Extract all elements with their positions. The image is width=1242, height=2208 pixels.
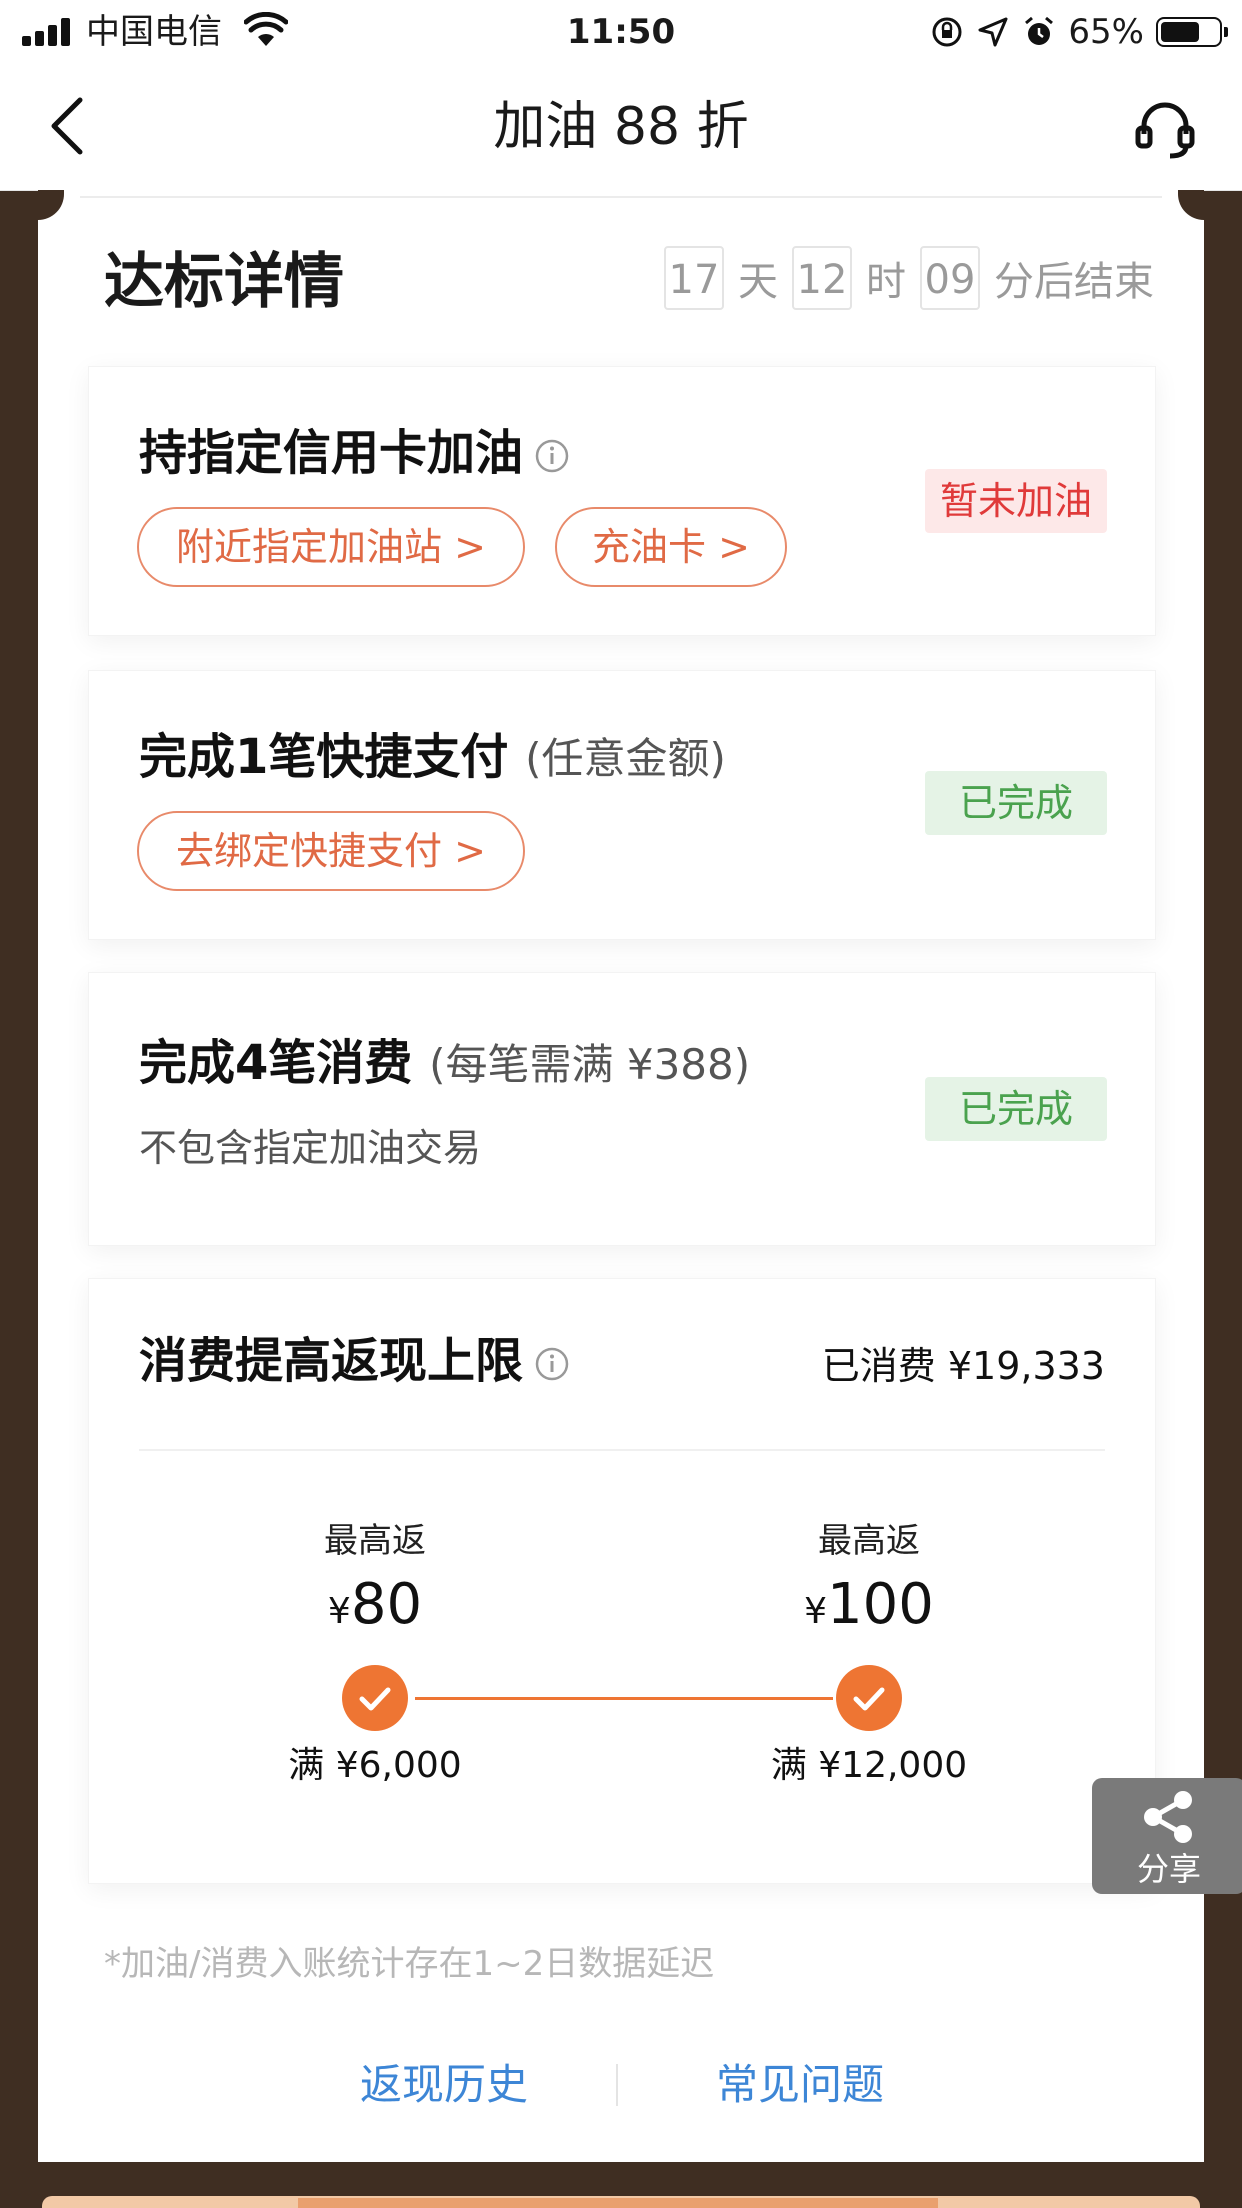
task-subtitle: 不包含指定加油交易 — [139, 1126, 482, 1170]
data-delay-note: *加油/消费入账统计存在1~2日数据延迟 — [104, 1944, 715, 1984]
currency-symbol: ¥ — [327, 1591, 351, 1632]
countdown-days-unit: 天 — [738, 259, 778, 305]
countdown-minutes: 09 — [920, 246, 980, 310]
info-icon[interactable] — [535, 439, 569, 473]
task-card-fuel: 持指定信用卡加油 附近指定加油站 > 充油卡 > 暂未加油 — [88, 366, 1156, 636]
fuel-card-button[interactable]: 充油卡 > — [555, 507, 787, 587]
page-title: 加油 88 折 — [493, 97, 749, 157]
tier-amount-value: 80 — [350, 1572, 423, 1637]
task-card-quickpay: 完成1笔快捷支付 (任意金额) 去绑定快捷支付 > 已完成 — [88, 670, 1156, 940]
share-button[interactable]: 分享 — [1092, 1778, 1242, 1894]
task-note: (每笔需满 ¥388) — [429, 1040, 751, 1089]
task-title: 完成1笔快捷支付 — [139, 729, 509, 785]
tier-2: 最高返 ¥100 满 ¥12,000 — [719, 1519, 1019, 1788]
status-badge: 暂未加油 — [925, 469, 1107, 533]
cap-title-wrapper: 消费提高返现上限 — [139, 1331, 569, 1391]
divider — [139, 1449, 1105, 1451]
tier-label: 最高返 — [818, 1521, 920, 1561]
info-icon[interactable] — [535, 1347, 569, 1381]
countdown-hours: 12 — [792, 246, 852, 310]
task-card-spending: 完成4笔消费 (每笔需满 ¥388) 不包含指定加油交易 已完成 — [88, 972, 1156, 1246]
task-note: (任意金额) — [525, 734, 726, 783]
tier-1: 最高返 ¥80 满 ¥6,000 — [225, 1519, 525, 1788]
status-badge: 已完成 — [925, 771, 1107, 835]
task-title-wrapper: 持指定信用卡加油 — [139, 423, 569, 483]
divider — [80, 196, 1162, 198]
cashback-history-link[interactable]: 返现历史 — [360, 2052, 528, 2118]
currency-symbol: ¥ — [804, 1591, 827, 1632]
tier-amount: ¥100 — [719, 1569, 1019, 1648]
countdown-suffix: 分后结束 — [994, 259, 1154, 305]
task-title-wrapper: 完成1笔快捷支付 (任意金额) — [139, 727, 726, 789]
task-title: 持指定信用卡加油 — [139, 425, 524, 481]
battery-percent: 65% — [1068, 12, 1144, 52]
divider — [616, 2064, 618, 2106]
task-title: 完成4笔消费 — [139, 1035, 413, 1091]
customer-service-icon[interactable] — [1132, 96, 1198, 162]
spent-amount: 已消费 ¥19,333 — [821, 1344, 1105, 1388]
progress-line — [415, 1697, 833, 1700]
countdown-days: 17 — [664, 246, 724, 310]
tier-amount: ¥80 — [225, 1569, 525, 1648]
promo-banner-peek — [42, 2196, 1200, 2208]
tier-requirement: 满 ¥12,000 — [770, 1745, 968, 1786]
bind-quickpay-button[interactable]: 去绑定快捷支付 > — [137, 811, 525, 891]
location-arrow-icon — [978, 17, 1008, 47]
nav-bar: 加油 88 折 — [0, 64, 1242, 191]
tier-label: 最高返 — [324, 1521, 426, 1561]
check-circle-icon — [836, 1665, 902, 1731]
faq-link[interactable]: 常见问题 — [716, 2052, 884, 2118]
check-circle-icon — [342, 1665, 408, 1731]
tier-amount-value: 100 — [827, 1572, 934, 1637]
tier-requirement: 满 ¥6,000 — [288, 1745, 462, 1786]
share-label: 分享 — [1136, 1850, 1201, 1888]
alarm-icon — [1025, 16, 1054, 45]
status-bar: 中国电信 11:50 65% — [0, 0, 1242, 64]
section-title: 达标详情 — [104, 247, 344, 317]
cashback-cap-card: 消费提高返现上限 已消费 ¥19,333 最高返 ¥80 满 ¥6,000 最高… — [88, 1278, 1156, 1884]
cap-title: 消费提高返现上限 — [139, 1333, 524, 1389]
promo-banner-inner — [298, 2198, 938, 2208]
countdown-timer: 17 天 12 时 09 分后结束 — [664, 246, 1154, 310]
battery-icon — [1156, 17, 1228, 47]
share-icon — [1144, 1791, 1192, 1843]
task-title-wrapper: 完成4笔消费 (每笔需满 ¥388) — [139, 1033, 750, 1095]
footer-links: 返现历史 常见问题 — [38, 2052, 1204, 2118]
countdown-hours-unit: 时 — [866, 259, 906, 305]
status-badge: 已完成 — [925, 1077, 1107, 1141]
rotation-lock-icon — [932, 17, 962, 47]
nearby-station-button[interactable]: 附近指定加油站 > — [137, 507, 525, 587]
